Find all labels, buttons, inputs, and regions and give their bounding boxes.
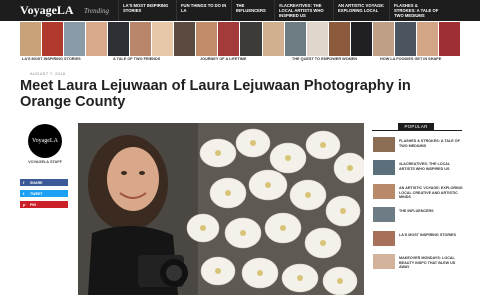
- popular-item-title[interactable]: The Influencers: [395, 207, 434, 214]
- popular-item[interactable]: LA's Most Inspiring Stories: [373, 231, 463, 247]
- strip-label[interactable]: How LA Foodies Get in Shape: [380, 57, 441, 61]
- popular-thumbnail[interactable]: [373, 254, 395, 269]
- popular-item[interactable]: Makeover Mondays: Local Beauty Inspo Tha…: [373, 254, 463, 270]
- popular-thumbnail[interactable]: [373, 137, 395, 152]
- popular-item[interactable]: An Artistic Voyage: Exploring Local Crea…: [373, 184, 463, 200]
- strip-photo[interactable]: [262, 22, 284, 56]
- popular-item-title[interactable]: Makeover Mondays: Local Beauty Inspo Tha…: [395, 254, 463, 270]
- strip-photo[interactable]: [240, 22, 262, 56]
- article-date: AUGUST 7, 2018: [30, 71, 66, 76]
- popular-item[interactable]: Flashes & Strokes: A Tale of Two Mediums: [373, 137, 463, 153]
- strip-photo[interactable]: [174, 22, 196, 56]
- photo-strip-labels: LA's Most Inspiring Stories A Tale of Tw…: [20, 57, 460, 65]
- strip-label[interactable]: A Tale of Two Friends: [113, 57, 160, 61]
- strip-photo[interactable]: [42, 22, 64, 56]
- strip-photo[interactable]: [152, 22, 174, 56]
- article-title: Meet Laura Lejuwaan of Laura Lejuwaan Ph…: [20, 78, 411, 110]
- strip-photo[interactable]: [86, 22, 108, 56]
- popular-divider: [372, 130, 462, 131]
- nav-link-lacreatives[interactable]: #LACreatives: The Local Artists Who Insp…: [274, 0, 333, 21]
- author-avatar[interactable]: VoyageLA: [28, 124, 62, 158]
- strip-photo[interactable]: [284, 22, 306, 56]
- top-nav: VoyageLA Trending LA's Most Inspiring St…: [0, 0, 480, 21]
- pinterest-share-button[interactable]: p PIN: [20, 201, 68, 208]
- popular-item-title[interactable]: #LACreatives: The Local Artists Who Insp…: [395, 160, 463, 171]
- popular-heading: POPULAR: [398, 123, 434, 130]
- facebook-share-button[interactable]: f SHARE: [20, 179, 68, 186]
- avatar-logo-text: VoyageLA: [32, 138, 58, 144]
- nav-link-fun-things[interactable]: Fun things to do in LA: [176, 0, 231, 21]
- strip-photo[interactable]: [130, 22, 152, 56]
- popular-thumbnail[interactable]: [373, 160, 395, 175]
- twitter-share-button[interactable]: t TWEET: [20, 190, 68, 197]
- strip-label[interactable]: The Quest to Empower Women: [292, 57, 357, 61]
- strip-photo[interactable]: [196, 22, 218, 56]
- strip-photo[interactable]: [416, 22, 438, 56]
- nav-link-flashes-strokes[interactable]: Flashes & Strokes: A Tale of Two Mediums: [389, 0, 444, 21]
- popular-item-title[interactable]: Flashes & Strokes: A Tale of Two Mediums: [395, 137, 463, 148]
- author-name[interactable]: VOYAGELA STAFF: [25, 160, 65, 164]
- twitter-share-label: TWEET: [30, 191, 43, 196]
- pinterest-share-label: PIN: [30, 202, 36, 207]
- popular-item-title[interactable]: LA's Most Inspiring Stories: [395, 231, 456, 238]
- nav-link-inspiring-stories[interactable]: LA's Most Inspiring Stories: [118, 0, 176, 21]
- popular-item[interactable]: #LACreatives: The Local Artists Who Insp…: [373, 160, 463, 176]
- strip-photo[interactable]: [218, 22, 240, 56]
- trending-label: Trending: [84, 6, 110, 15]
- nav-link-artistic-voyage[interactable]: An Artistic Voyage: Exploring Local: [333, 0, 389, 21]
- popular-thumbnail[interactable]: [373, 231, 395, 246]
- twitter-icon: t: [23, 191, 25, 196]
- popular-thumbnail[interactable]: [373, 184, 395, 199]
- facebook-share-label: SHARE: [30, 180, 43, 185]
- facebook-icon: f: [23, 180, 25, 185]
- trending-links: LA's Most Inspiring Stories Fun things t…: [118, 0, 444, 21]
- popular-thumbnail[interactable]: [373, 207, 395, 222]
- strip-photo[interactable]: [350, 22, 372, 56]
- site-logo[interactable]: VoyageLA: [0, 3, 84, 18]
- photographer-with-orchids-image: [78, 123, 364, 295]
- strip-photo[interactable]: [394, 22, 416, 56]
- nav-link-influencers[interactable]: The Influencers: [231, 0, 274, 21]
- strip-photo[interactable]: [20, 22, 42, 56]
- strip-photo[interactable]: [108, 22, 130, 56]
- strip-photo[interactable]: [372, 22, 394, 56]
- photo-strip[interactable]: [20, 22, 460, 56]
- strip-photo[interactable]: [64, 22, 86, 56]
- pinterest-icon: p: [23, 202, 26, 207]
- strip-photo[interactable]: [306, 22, 328, 56]
- strip-label[interactable]: Journey of a Lifetime: [200, 57, 246, 61]
- popular-item-title[interactable]: An Artistic Voyage: Exploring Local Crea…: [395, 184, 463, 200]
- popular-item[interactable]: The Influencers: [373, 207, 463, 223]
- strip-label[interactable]: LA's Most Inspiring Stories: [22, 57, 81, 61]
- strip-photo[interactable]: [438, 22, 460, 56]
- strip-photo[interactable]: [328, 22, 350, 56]
- article-photo: [78, 123, 364, 295]
